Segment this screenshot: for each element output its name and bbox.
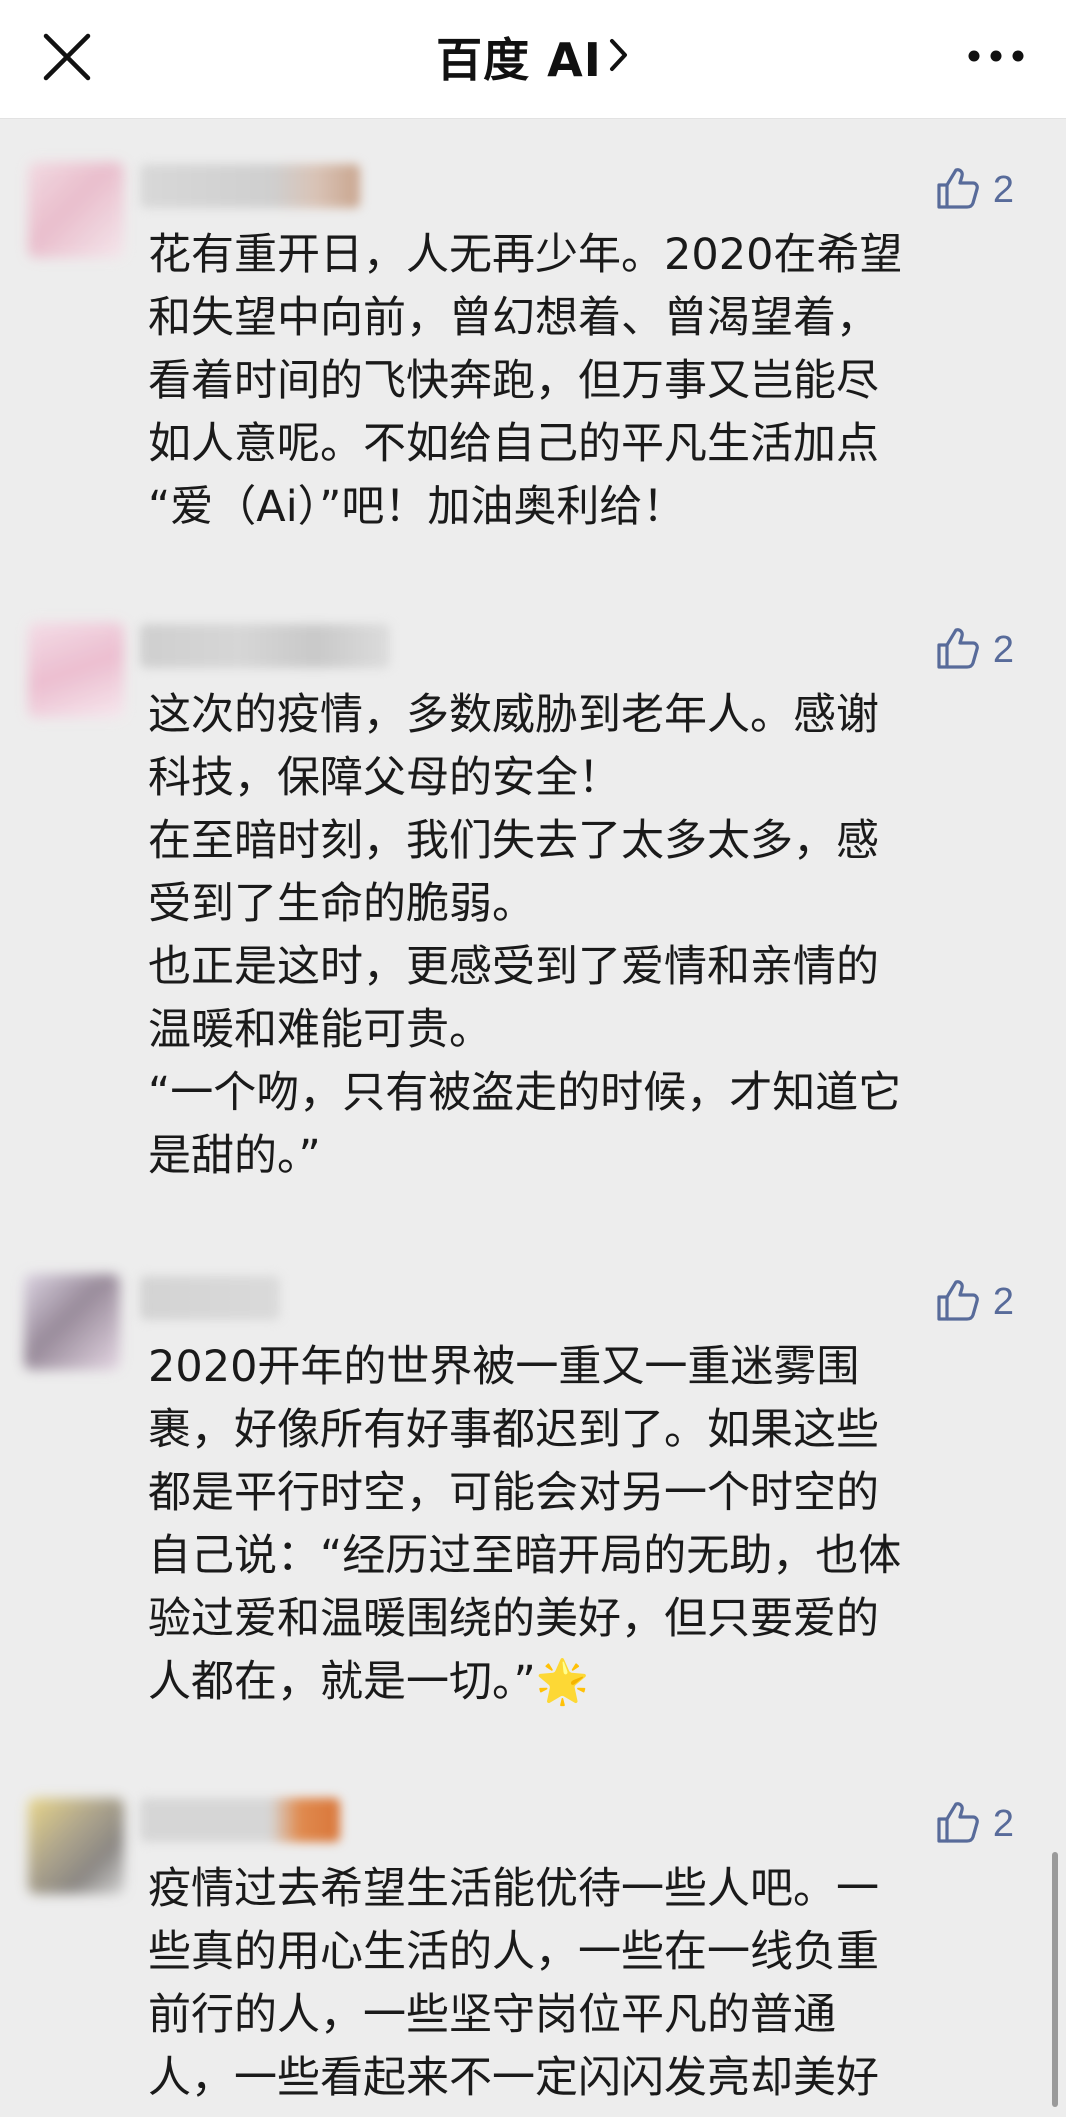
thumbs-up-icon (935, 165, 981, 215)
commenter-name (140, 1798, 340, 1842)
comment-text: 花有重开日，人无再少年。2020在希望 和失望中向前，曾幻想着、曾渴望着， 看着… (148, 230, 903, 532)
top-navigation-bar: 百度 AI (0, 0, 1066, 119)
avatar[interactable] (28, 1798, 124, 1894)
chevron-right-icon (608, 35, 630, 79)
like-button[interactable]: 2 (935, 624, 1014, 676)
comment-text: 疫情过去希望生活能优待一些人吧。一 些真的用心生活的人，一些在一线负重 前行的人… (148, 1864, 879, 2103)
comment-text: 2020开年的世界被一重又一重迷雾围 裹，好像所有好事都迟到了。如果这些 都是平… (148, 1342, 902, 1707)
like-count: 2 (992, 628, 1014, 671)
page-title: 百度 AI (436, 33, 602, 87)
like-count: 2 (992, 1802, 1014, 1845)
thumbs-up-icon (935, 1277, 981, 1327)
commenter-name (140, 624, 390, 668)
account-title-link[interactable]: 百度 AI (0, 22, 1066, 92)
thumbs-up-icon (935, 1799, 981, 1849)
like-button[interactable]: 2 (935, 164, 1014, 216)
avatar[interactable] (28, 162, 124, 258)
avatar[interactable] (24, 1274, 120, 1370)
thumbs-up-icon (935, 625, 981, 675)
commenter-name (140, 164, 360, 208)
scrollbar[interactable] (1052, 1852, 1058, 2107)
avatar[interactable] (28, 622, 124, 718)
more-horizontal-icon[interactable] (966, 36, 1026, 76)
comment-text: 这次的疫情，多数威胁到老年人。感谢 科技，保障父母的安全！ 在至暗时刻，我们失去… (148, 690, 902, 1181)
like-button[interactable]: 2 (935, 1276, 1014, 1328)
like-button[interactable]: 2 (935, 1798, 1014, 1850)
like-count: 2 (992, 168, 1014, 211)
like-count: 2 (992, 1280, 1014, 1323)
commenter-name (140, 1276, 280, 1320)
